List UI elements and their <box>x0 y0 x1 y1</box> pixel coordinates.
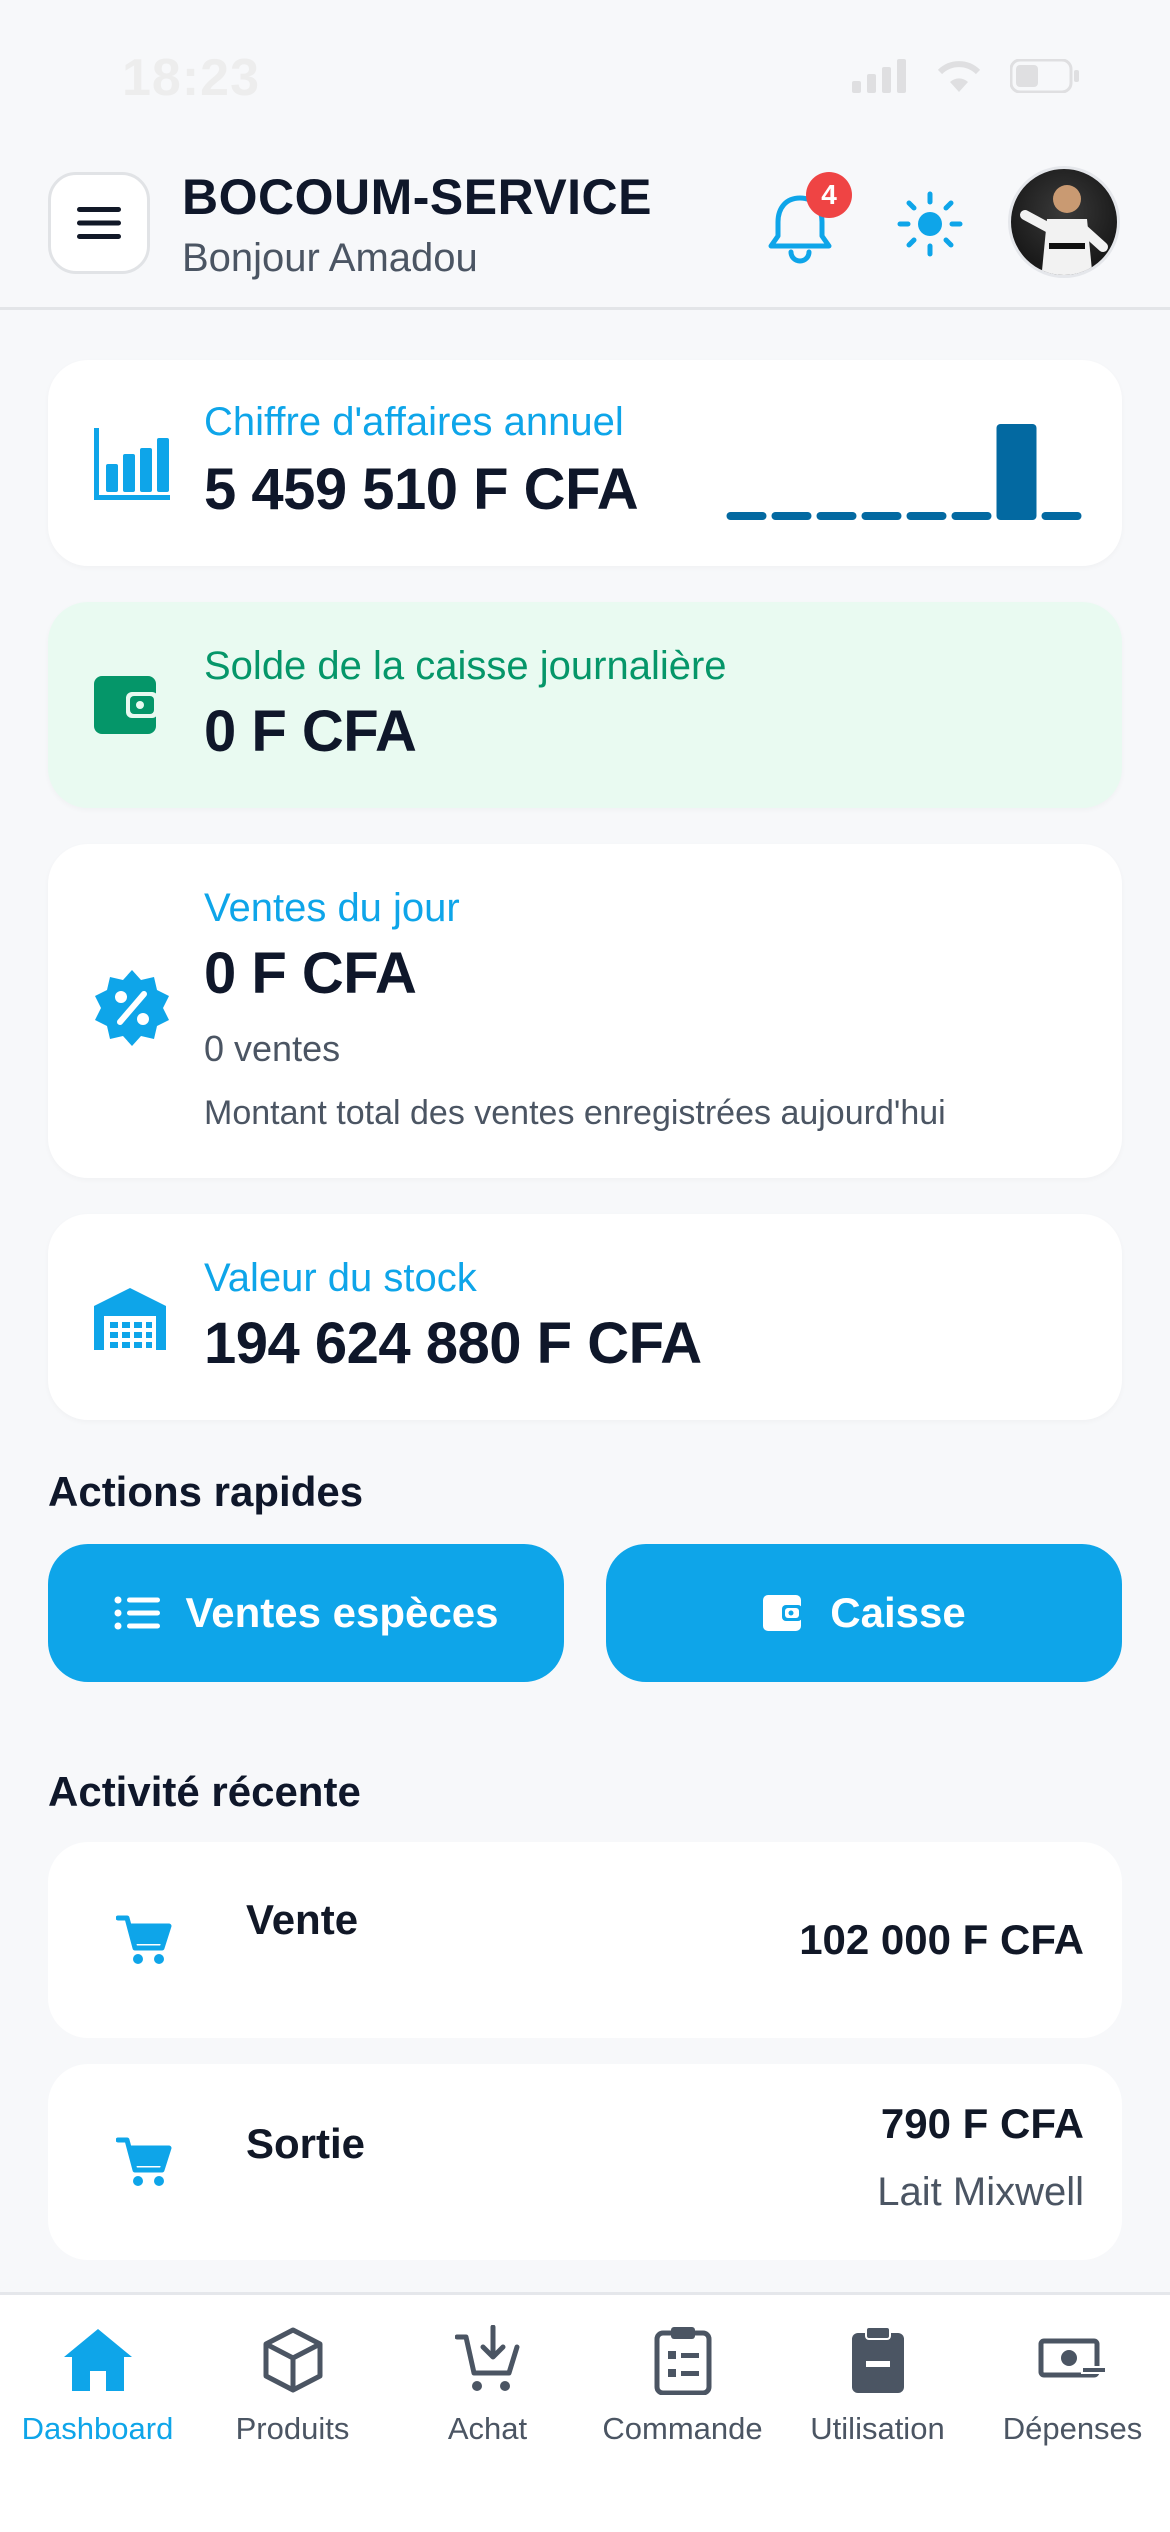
daily-sales-count: 0 ventes <box>204 1028 341 1069</box>
wallet-icon <box>763 1595 803 1631</box>
sparkline-bar <box>906 512 947 520</box>
sparkline-bar <box>771 512 812 520</box>
warehouse-icon <box>94 1288 166 1350</box>
discount-badge-icon <box>95 970 169 1046</box>
quick-actions-title: Actions rapides <box>48 1468 364 1515</box>
nav-products[interactable]: Produits <box>195 2315 390 2447</box>
activity-title: Vente <box>246 1896 359 1943</box>
annual-revenue-value: 5 459 510 F CFA <box>204 457 639 522</box>
nav-purchase[interactable]: Achat <box>390 2315 585 2447</box>
cash-minus-icon <box>1038 2338 1107 2378</box>
nav-products-label: Produits <box>235 2411 350 2446</box>
cellular-signal-icon <box>852 59 906 93</box>
status-time: 18:23 <box>122 49 260 107</box>
battery-icon <box>1010 59 1079 93</box>
activity-amount: 102 000 F CFA <box>799 1916 1084 1963</box>
nav-usage[interactable]: Utilisation <box>780 2315 975 2447</box>
menu-button[interactable] <box>48 172 150 274</box>
cart-download-icon <box>454 2325 519 2391</box>
sparkline-bar <box>996 424 1037 520</box>
nav-dashboard[interactable]: Dashboard <box>0 2315 195 2447</box>
activity-amount: 790 F CFA <box>880 2100 1084 2147</box>
app-header: BOCOUM-SERVICE Bonjour Amadou 4 <box>0 150 1170 310</box>
nav-expenses[interactable]: Dépenses <box>975 2315 1170 2447</box>
clipboard-minus-icon <box>851 2326 904 2393</box>
shopping-cart-icon <box>116 2137 172 2186</box>
stock-value-card[interactable]: Valeur du stock 194 624 880 F CFA <box>48 1214 1122 1420</box>
cash-sales-button[interactable]: Ventes espèces <box>48 1544 564 1682</box>
avatar[interactable] <box>1008 166 1120 278</box>
stock-value-label: Valeur du stock <box>204 1256 477 1300</box>
brand-title: BOCOUM-SERVICE <box>182 169 653 225</box>
sparkline-bar <box>861 512 902 520</box>
nav-dashboard-label: Dashboard <box>21 2411 174 2446</box>
clipboard-list-icon <box>654 2327 711 2395</box>
nav-purchase-label: Achat <box>447 2411 528 2446</box>
status-bar: 18:23 <box>0 0 1170 150</box>
daily-sales-label: Ventes du jour <box>204 886 460 930</box>
daily-cash-label: Solde de la caisse journalière <box>204 644 727 688</box>
nav-order[interactable]: Commande <box>585 2315 780 2447</box>
shopping-cart-icon <box>116 1915 172 1964</box>
nav-expenses-label: Dépenses <box>1002 2411 1143 2446</box>
activity-row[interactable]: Vente 102 000 F CFA <box>48 1842 1122 2038</box>
stock-value-amount: 194 624 880 F CFA <box>204 1311 702 1376</box>
daily-sales-card[interactable]: Ventes du jour 0 F CFA 0 ventes Montant … <box>48 844 1122 1178</box>
cash-sales-label: Ventes espèces <box>185 1589 499 1636</box>
revenue-sparkline <box>726 424 1082 520</box>
annual-revenue-label: Chiffre d'affaires annuel <box>204 400 624 444</box>
sparkline-bar <box>726 512 767 520</box>
nav-usage-label: Utilisation <box>810 2411 945 2446</box>
bar-chart-icon <box>94 428 170 500</box>
daily-sales-description: Montant total des ventes enregistrées au… <box>204 1094 946 1132</box>
activity-row[interactable]: Sortie 790 F CFA Lait Mixwell <box>48 2064 1122 2260</box>
cashier-label: Caisse <box>830 1589 966 1636</box>
recent-activity-title: Activité récente <box>48 1768 361 1815</box>
status-icons <box>852 58 1080 94</box>
home-icon <box>63 2329 132 2391</box>
greeting-text: Bonjour Amadou <box>182 236 478 280</box>
sparkline-bar <box>816 512 857 520</box>
avatar-photo <box>1020 185 1108 275</box>
wallet-icon <box>94 676 158 734</box>
daily-cash-card[interactable]: Solde de la caisse journalière 0 F CFA <box>48 602 1122 808</box>
activity-detail: Lait Mixwell <box>877 2170 1084 2214</box>
bottom-nav: Dashboard Produits Achat Commande Utilis… <box>0 2292 1170 2532</box>
box-icon <box>263 2327 322 2393</box>
sparkline-bar <box>951 512 992 520</box>
daily-sales-value: 0 F CFA <box>204 941 417 1006</box>
daily-cash-value: 0 F CFA <box>204 699 417 764</box>
annual-revenue-card[interactable]: Chiffre d'affaires annuel 5 459 510 F CF… <box>48 360 1122 566</box>
sun-icon[interactable] <box>896 190 964 258</box>
list-icon <box>114 1596 160 1630</box>
activity-title: Sortie <box>246 2120 366 2167</box>
wifi-icon <box>937 61 981 92</box>
sparkline-bar <box>1041 512 1082 520</box>
hamburger-menu-icon <box>77 207 121 239</box>
cashier-button[interactable]: Caisse <box>606 1544 1122 1682</box>
notification-badge: 4 <box>806 172 852 218</box>
nav-order-label: Commande <box>602 2411 763 2446</box>
